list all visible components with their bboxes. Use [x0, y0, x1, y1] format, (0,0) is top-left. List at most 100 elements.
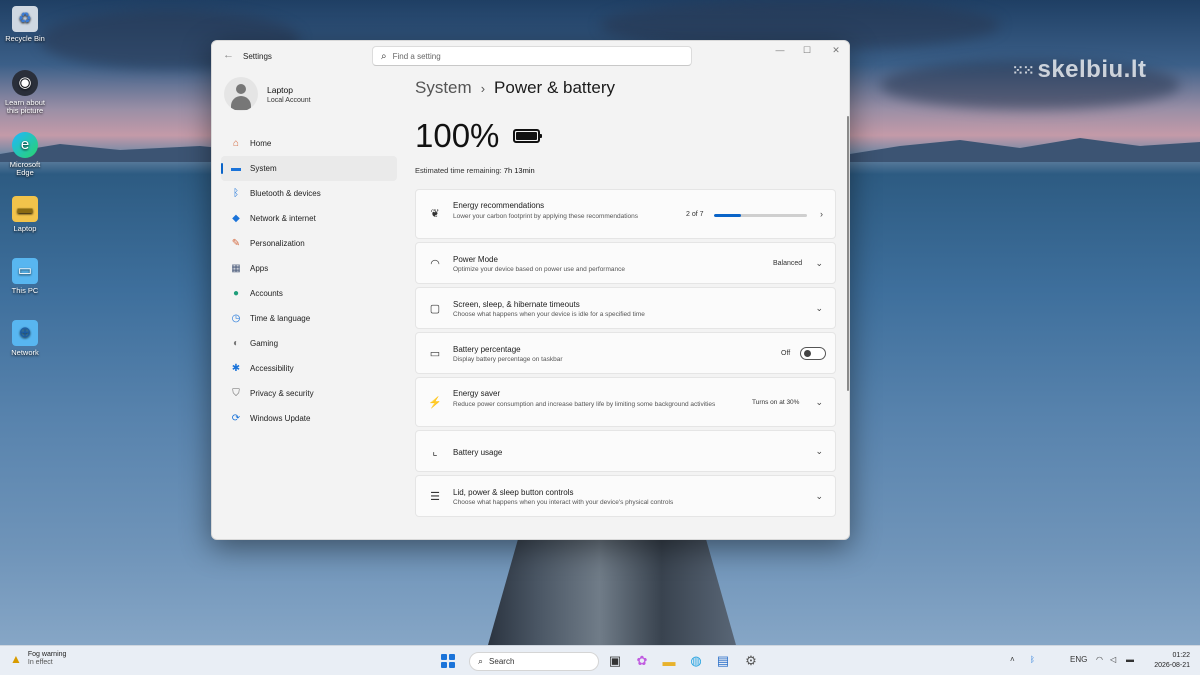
- camera-icon: ◉: [12, 70, 38, 96]
- sidebar-item-time-language[interactable]: ◷ Time & language: [221, 306, 397, 331]
- edge-icon[interactable]: ◍: [687, 652, 705, 670]
- chevron-right-icon: ›: [820, 209, 823, 219]
- card-title: Screen, sleep, & hibernate timeouts: [453, 300, 580, 309]
- desktop-icon-edge[interactable]: e Microsoft Edge: [0, 132, 50, 177]
- sidebar-item-system[interactable]: ▬ System: [221, 156, 397, 181]
- settings-gear-icon[interactable]: ⚙: [742, 652, 760, 670]
- sidebar-item-bluetooth[interactable]: ᛒ Bluetooth & devices: [221, 181, 397, 206]
- card-screen-sleep[interactable]: ▢ Screen, sleep, & hibernate timeouts Ch…: [415, 287, 836, 329]
- energy-progress-bar: [714, 214, 807, 217]
- card-power-mode[interactable]: ◠ Power Mode Optimize your device based …: [415, 242, 836, 284]
- desktop-icon-label: Learn about this picture: [4, 98, 46, 115]
- clock[interactable]: 01:22 2026-08-21: [1150, 651, 1190, 671]
- wifi-icon: ◆: [232, 213, 240, 224]
- settings-search-input[interactable]: ⌕ Find a setting: [372, 46, 692, 66]
- desktop-icon-recycle-bin[interactable]: ♻ Recycle Bin: [0, 6, 50, 43]
- sidebar-item-personalization[interactable]: ✎ Personalization: [221, 231, 397, 256]
- desktop-icon-label: Microsoft Edge: [9, 160, 41, 177]
- file-explorer-icon[interactable]: ▬: [660, 652, 678, 670]
- chevron-down-icon: ⌄: [815, 397, 823, 407]
- card-energy-saver[interactable]: ⚡ Energy saver Reduce power consumption …: [415, 377, 836, 427]
- scrollbar[interactable]: [847, 116, 849, 391]
- profile-account-type: Local Account: [267, 96, 311, 104]
- accessibility-icon: ✱: [231, 363, 241, 374]
- breadcrumb-system[interactable]: System: [415, 78, 472, 98]
- sidebar-item-privacy[interactable]: ⛉ Privacy & security: [221, 381, 397, 406]
- sidebar-item-label: Home: [250, 139, 272, 148]
- avatar: [224, 77, 258, 111]
- recycle-bin-icon: ♻: [12, 6, 38, 32]
- sidebar-item-accessibility[interactable]: ✱ Accessibility: [221, 356, 397, 381]
- maximize-button[interactable]: ☐: [799, 45, 815, 56]
- sidebar-item-label: System: [250, 164, 277, 173]
- sidebar-item-gaming[interactable]: ◐ Gaming: [221, 331, 397, 356]
- search-placeholder: Find a setting: [392, 51, 441, 61]
- sidebar-item-home[interactable]: ⌂ Home: [221, 131, 397, 156]
- taskbar-search-placeholder: Search: [489, 657, 515, 666]
- wifi-icon[interactable]: ◠: [1096, 655, 1103, 664]
- card-battery-usage[interactable]: ⌞ Battery usage ⌄: [415, 430, 836, 472]
- weather-widget[interactable]: ▲ Fog warning In effect: [10, 651, 66, 666]
- user-profile[interactable]: Laptop Local Account: [224, 77, 311, 111]
- store-icon[interactable]: ▤: [714, 652, 732, 670]
- card-title: Lid, power & sleep button controls: [453, 488, 574, 497]
- language-indicator[interactable]: ENG: [1070, 655, 1087, 664]
- network-icon: ⊕: [12, 320, 38, 346]
- card-desc: Reduce power consumption and increase ba…: [453, 401, 716, 408]
- taskbar-search[interactable]: ⌕ Search: [469, 652, 599, 671]
- copilot-icon[interactable]: ✿: [633, 652, 651, 670]
- card-energy-recommendations[interactable]: ❦ Energy recommendations Lower your carb…: [415, 189, 836, 239]
- desktop-icon-label: Recycle Bin: [5, 34, 45, 43]
- start-button[interactable]: [441, 654, 455, 668]
- battery-percentage-toggle[interactable]: [800, 347, 826, 360]
- edge-icon: e: [12, 132, 38, 158]
- desktop-icon-label: Laptop: [13, 224, 37, 233]
- card-title: Energy recommendations: [453, 201, 545, 210]
- volume-icon[interactable]: ◁: [1110, 655, 1116, 664]
- card-desc: Display battery percentage on taskbar: [453, 356, 563, 363]
- sidebar-item-label: Time & language: [250, 314, 311, 323]
- taskbar: ▲ Fog warning In effect ⌕ Search ▣ ✿ ▬ ◍…: [0, 645, 1200, 675]
- sidebar-item-label: Privacy & security: [250, 389, 314, 398]
- weather-title: Fog warning: [27, 651, 67, 658]
- close-button[interactable]: ✕: [828, 45, 844, 56]
- sidebar-nav: ⌂ Home ▬ System ᛒ Bluetooth & devices ◆ …: [221, 131, 397, 431]
- minimize-button[interactable]: —: [772, 45, 788, 55]
- card-title: Energy saver: [453, 389, 501, 398]
- desktop-icon-learn-picture[interactable]: ◉ Learn about this picture: [0, 70, 50, 115]
- battery-percentage: 100%: [415, 117, 500, 154]
- person-icon: ●: [232, 288, 240, 299]
- task-view-icon[interactable]: ▣: [606, 652, 624, 670]
- battery-icon[interactable]: ▬: [1126, 655, 1134, 664]
- desktop-icon-laptop[interactable]: ▬ Laptop: [0, 196, 50, 233]
- screen-sleep-icon: ▢: [429, 303, 441, 315]
- breadcrumb-chevron-icon: ›: [480, 80, 486, 96]
- power-mode-dropdown[interactable]: Balanced: [773, 260, 802, 267]
- bluetooth-icon[interactable]: ᛒ: [1030, 655, 1035, 664]
- sidebar-item-accounts[interactable]: ● Accounts: [221, 281, 397, 306]
- desktop-icon-this-pc[interactable]: ▭ This PC: [0, 258, 50, 295]
- card-title: Battery usage: [453, 448, 503, 457]
- desktop-icon-label: This PC: [11, 286, 39, 295]
- monitor-icon: ▭: [12, 258, 38, 284]
- gauge-icon: ◠: [430, 258, 440, 270]
- chevron-up-icon[interactable]: ˄: [1010, 655, 1015, 664]
- brush-icon: ✎: [231, 238, 241, 249]
- card-battery-percentage[interactable]: ▭ Battery percentage Display battery per…: [415, 332, 836, 374]
- weather-subtitle: In effect: [27, 659, 53, 666]
- estimated-label: Estimated time remaining:: [415, 166, 502, 175]
- desktop-icon-network[interactable]: ⊕ Network: [0, 320, 50, 357]
- sidebar-item-label: Apps: [250, 264, 269, 273]
- estimated-time: Estimated time remaining: 7h 13min: [415, 166, 535, 175]
- sidebar-item-apps[interactable]: ▦ Apps: [221, 256, 397, 281]
- gamepad-icon: ◐: [232, 338, 240, 349]
- card-title: Battery percentage: [453, 345, 521, 354]
- energy-saver-icon: ⚡: [428, 397, 442, 409]
- title-bar[interactable]: ← Settings ⌕ Find a setting — ☐ ✕: [212, 41, 849, 71]
- sidebar-item-windows-update[interactable]: ⟳ Windows Update: [221, 406, 397, 431]
- card-lid-controls[interactable]: ☰ Lid, power & sleep button controls Cho…: [415, 475, 836, 517]
- chevron-down-icon: ⌄: [815, 491, 823, 501]
- chevron-down-icon: ⌄: [815, 446, 823, 456]
- sidebar-item-network[interactable]: ◆ Network & internet: [221, 206, 397, 231]
- back-arrow-icon[interactable]: ←: [223, 49, 234, 61]
